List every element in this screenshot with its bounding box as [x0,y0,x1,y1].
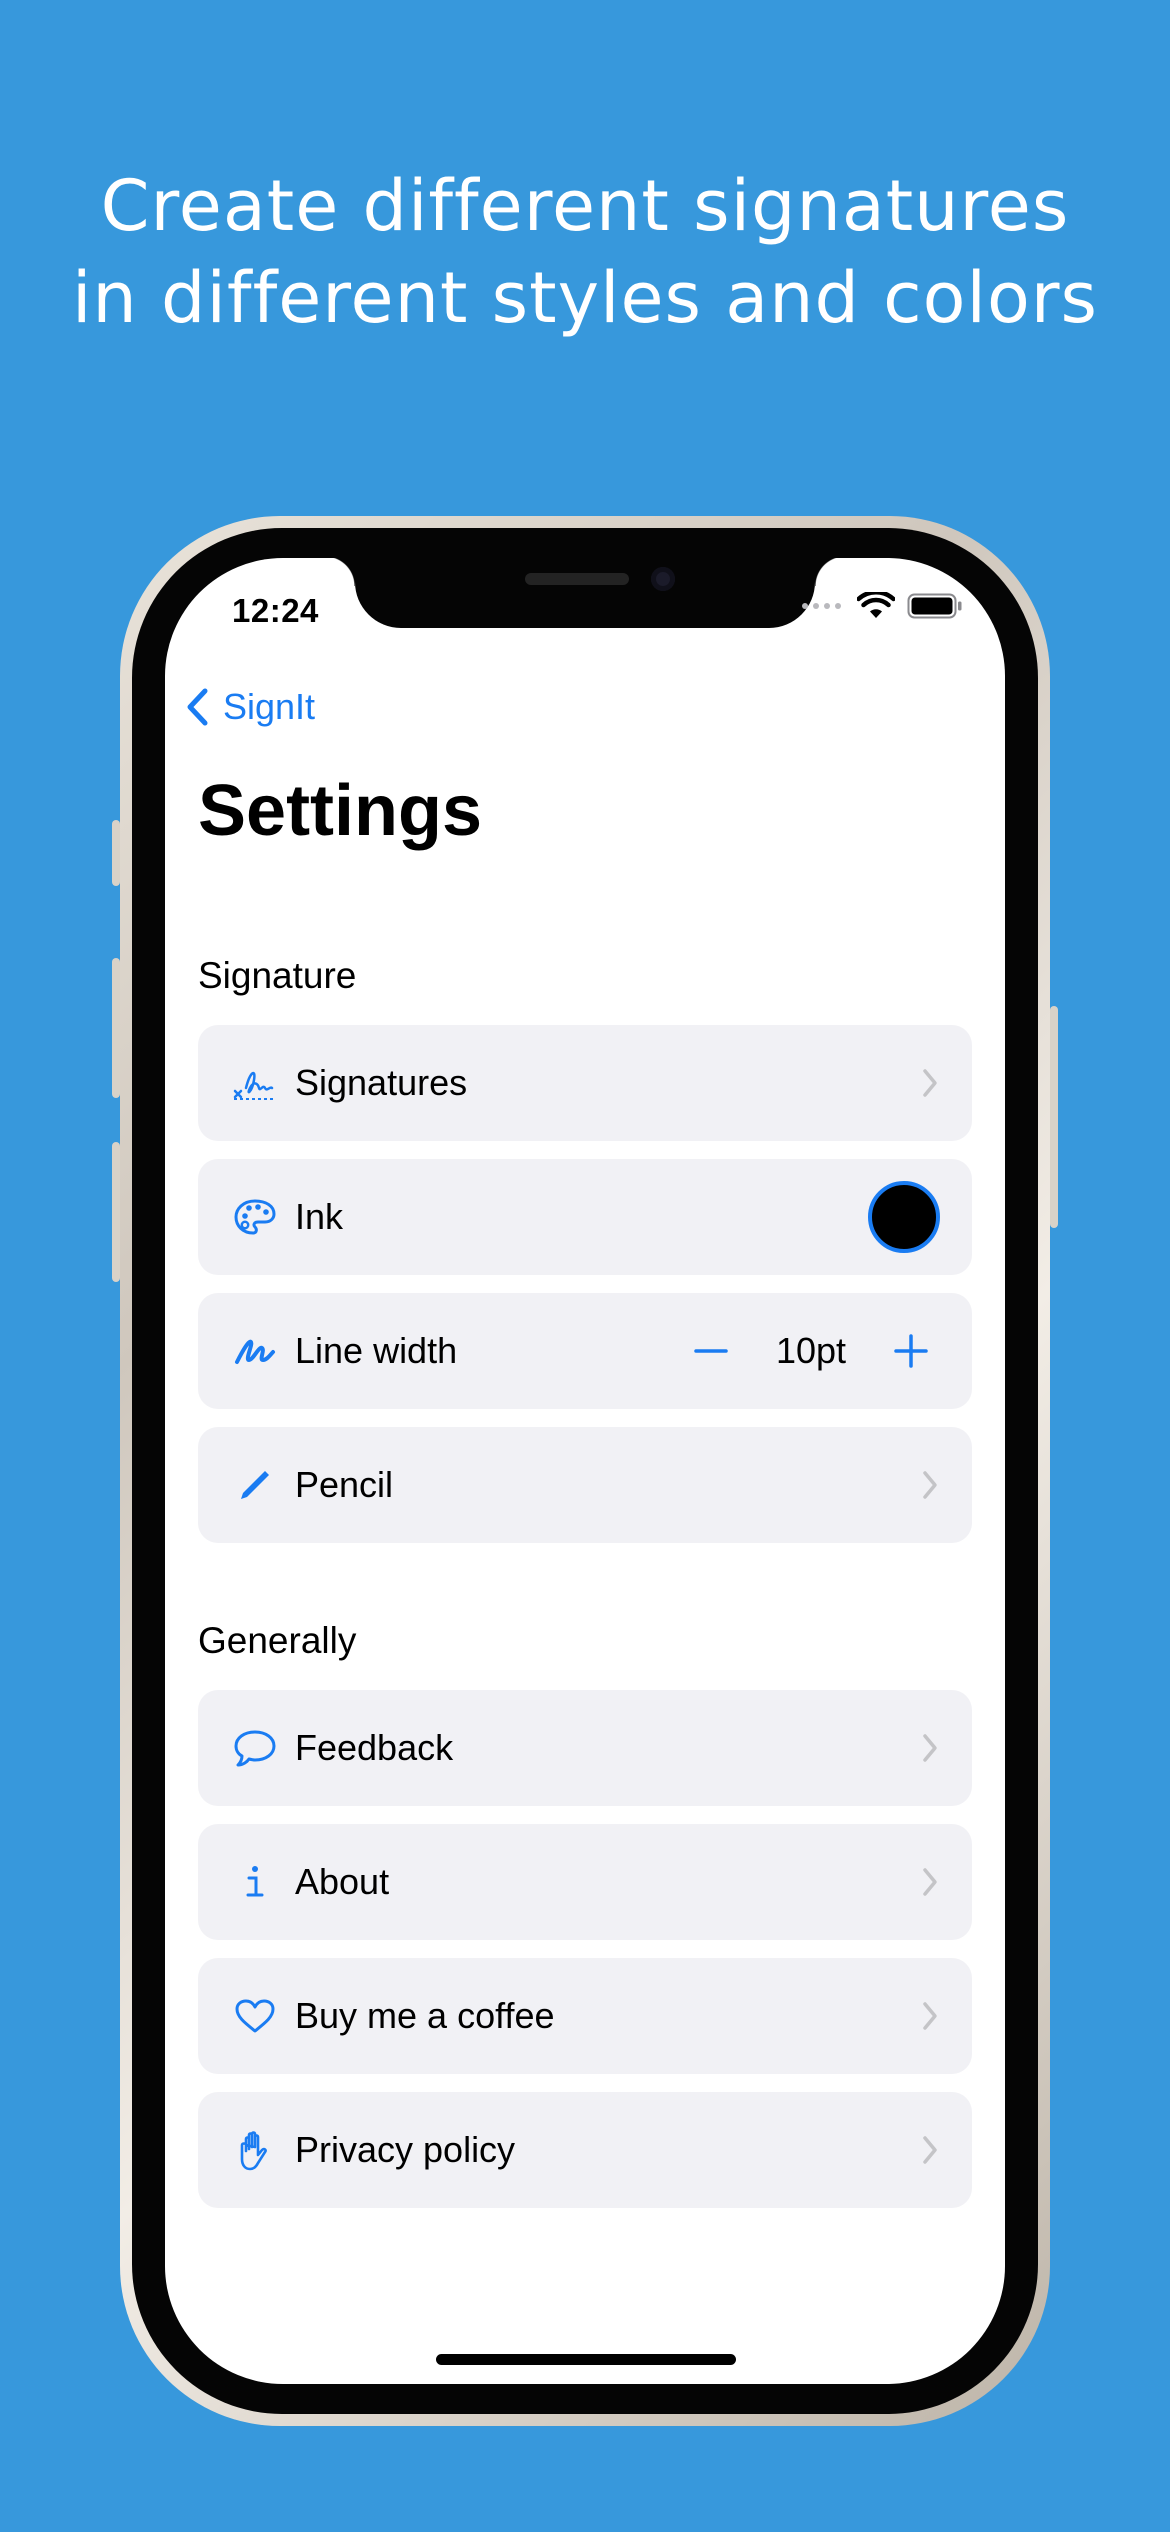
silent-switch [112,820,120,886]
line-width-stepper: 10pt [694,1330,928,1372]
row-pencil[interactable]: Pencil [198,1427,972,1543]
pencil-icon [225,1427,285,1543]
row-feedback[interactable]: Feedback [198,1690,972,1806]
row-label: About [295,1861,390,1902]
row-label: Ink [295,1196,344,1237]
speech-bubble-icon [225,1690,285,1806]
volume-up-button [112,958,120,1098]
status-icons [802,592,963,620]
row-line-width: Line width 10pt [198,1293,972,1409]
page-title: Settings [198,771,483,851]
chevron-right-icon [923,1734,937,1762]
signal-dots-icon [802,603,841,609]
volume-down-button [112,1142,120,1282]
row-label: Privacy policy [295,2129,516,2170]
speaker-grille [525,573,629,585]
chevron-right-icon [923,1069,937,1097]
row-label: Buy me a coffee [295,1995,555,2036]
scribble-icon [225,1293,285,1409]
battery-icon [907,593,962,619]
info-icon [225,1824,285,1940]
chevron-right-icon [923,1471,937,1499]
row-label: Line width [295,1330,458,1371]
chevron-right-icon [923,1868,937,1896]
headline: Create different signatures in different… [0,160,1170,344]
heart-icon [225,1958,285,2074]
palette-icon [225,1159,285,1275]
row-privacy-policy[interactable]: Privacy policy [198,2092,972,2208]
section-header-signature: Signature [198,955,357,996]
headline-line-1: Create different signatures [100,165,1070,247]
wifi-icon [857,592,895,618]
row-label: Feedback [295,1727,454,1768]
row-label: Signatures [295,1062,468,1103]
section-header-generally: Generally [198,1620,357,1661]
hand-raised-icon [225,2092,285,2208]
chevron-left-icon [187,688,208,726]
back-label: SignIt [223,686,316,727]
power-button [1050,1006,1058,1228]
headline-line-2: in different styles and colors [71,257,1099,339]
chevron-right-icon [923,2136,937,2164]
row-buy-me-a-coffee[interactable]: Buy me a coffee [198,1958,972,2074]
signature-icon [225,1025,285,1141]
chevron-right-icon [923,2002,937,2030]
row-signatures[interactable]: Signatures [198,1025,972,1141]
phone-screen: 12:24 SignIt Settings Signature Signatur… [165,558,1005,2384]
minus-button[interactable] [694,1334,728,1368]
ink-color-swatch[interactable] [868,1181,940,1253]
line-width-value: 10pt [775,1330,847,1371]
plus-button[interactable] [894,1334,928,1368]
front-camera [651,567,675,591]
row-label: Pencil [295,1464,394,1505]
notch [325,558,845,628]
row-ink[interactable]: Ink [198,1159,972,1275]
status-time: 12:24 [232,592,319,629]
back-button[interactable]: SignIt [185,686,315,728]
row-about[interactable]: About [198,1824,972,1940]
home-indicator[interactable] [436,2354,736,2365]
